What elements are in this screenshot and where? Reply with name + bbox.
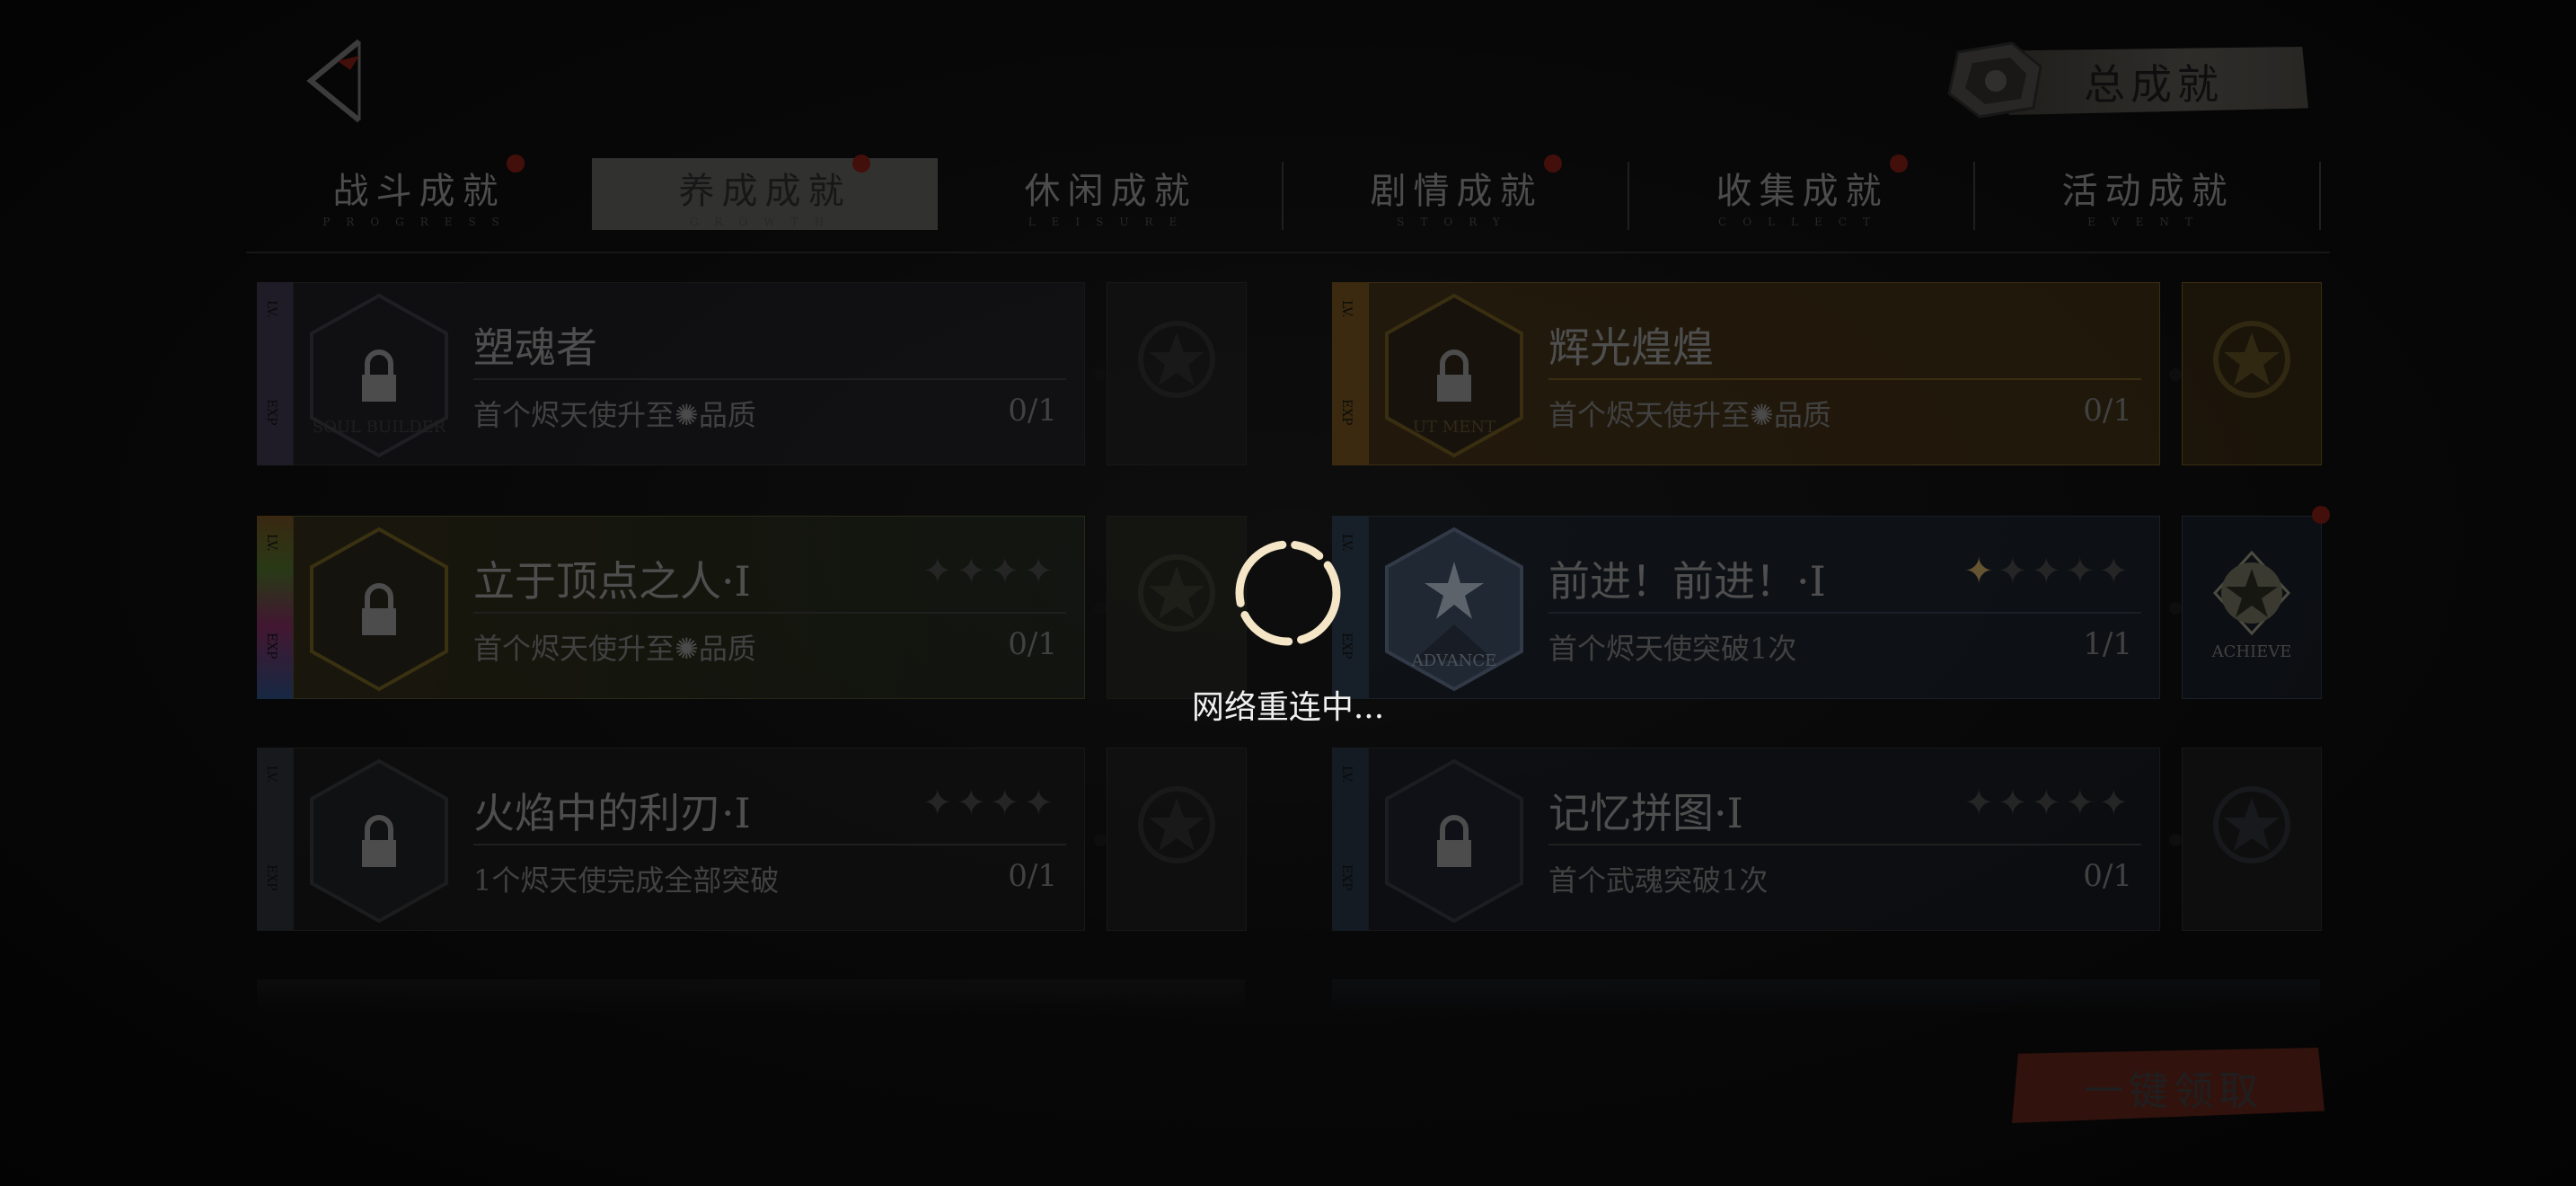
loading-spinner-icon <box>1235 540 1341 646</box>
reconnect-message: 网络重连中... <box>1191 689 1385 726</box>
